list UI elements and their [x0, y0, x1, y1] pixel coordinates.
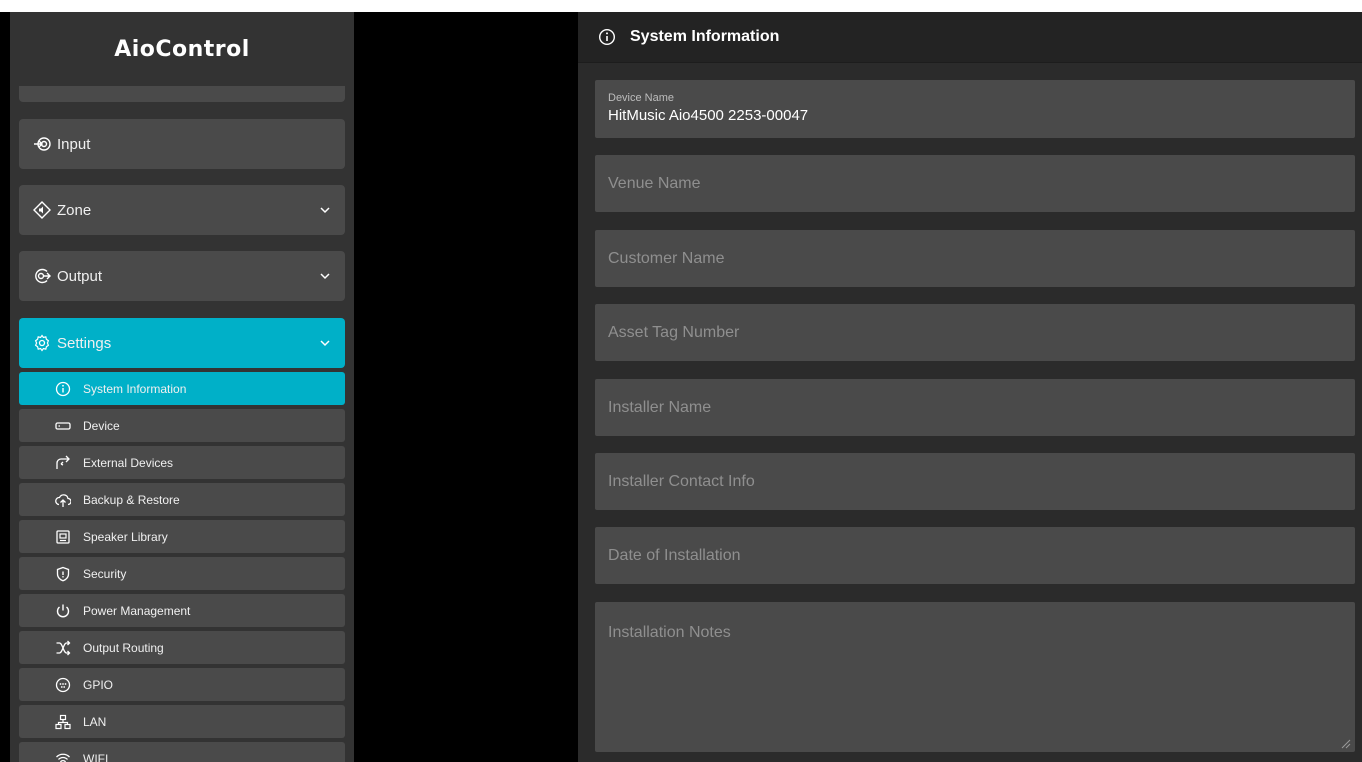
- settings-item-output-routing[interactable]: Output Routing: [19, 631, 345, 664]
- system-information-panel: System Information Device Name HitMusic …: [578, 12, 1362, 762]
- sidebar-item-settings[interactable]: Settings: [19, 318, 345, 368]
- resize-handle-icon[interactable]: [1339, 736, 1351, 749]
- settings-item-security[interactable]: Security: [19, 557, 345, 590]
- sidebar-item-label: Settings: [57, 334, 112, 352]
- top-frame-bar: [0, 0, 1362, 12]
- settings-item-label: Power Management: [83, 603, 191, 618]
- settings-item-external-devices[interactable]: External Devices: [19, 446, 345, 479]
- venue-name-field[interactable]: Venue Name: [595, 155, 1355, 212]
- settings-item-label: Security: [83, 566, 127, 581]
- installer-contact-placeholder: Installer Contact Info: [608, 472, 755, 490]
- power-icon: [55, 603, 71, 619]
- venue-name-placeholder: Venue Name: [608, 174, 701, 192]
- chevron-down-icon: [319, 270, 331, 282]
- settings-item-label: Device: [83, 418, 120, 433]
- lan-icon: [55, 714, 71, 730]
- sidebar-item-label: Output: [57, 267, 103, 285]
- settings-item-lan[interactable]: LAN: [19, 705, 345, 738]
- installer-contact-field[interactable]: Installer Contact Info: [595, 453, 1355, 510]
- settings-item-label: System Information: [83, 381, 187, 396]
- installer-name-field[interactable]: Installer Name: [595, 379, 1355, 436]
- zone-icon: [33, 201, 51, 219]
- sidebar-item-output[interactable]: Output: [19, 251, 345, 301]
- settings-item-label: External Devices: [83, 455, 174, 470]
- device-name-value: HitMusic Aio4500 2253-00047: [608, 107, 809, 124]
- settings-item-label: WIFI: [83, 751, 109, 762]
- device-icon: [55, 418, 71, 434]
- settings-item-label: Speaker Library: [83, 529, 168, 544]
- app-logo: AioControl: [114, 36, 250, 62]
- page-title: System Information: [630, 28, 780, 45]
- settings-item-system-information[interactable]: System Information: [19, 372, 345, 405]
- installation-notes-placeholder: Installation Notes: [608, 624, 731, 641]
- info-icon: [598, 28, 616, 46]
- installer-name-placeholder: Installer Name: [608, 398, 712, 416]
- chevron-down-icon: [319, 337, 331, 349]
- routing-icon: [55, 640, 71, 656]
- gpio-icon: [55, 677, 71, 693]
- settings-item-label: Backup & Restore: [83, 492, 180, 507]
- gear-icon: [33, 334, 51, 352]
- info-icon: [55, 381, 71, 397]
- installation-date-placeholder: Date of Installation: [608, 546, 741, 564]
- settings-item-label: Output Routing: [83, 640, 164, 655]
- sidebar-item-label: Zone: [57, 201, 92, 219]
- device-name-label: Device Name: [608, 92, 675, 104]
- chevron-down-icon: [319, 204, 331, 216]
- settings-item-label: GPIO: [83, 677, 114, 692]
- settings-item-power-management[interactable]: Power Management: [19, 594, 345, 627]
- speaker-library-icon: [55, 529, 71, 545]
- cloud-upload-icon: [55, 492, 71, 508]
- sidebar: AioControl Input Zone Output Settings Sy…: [10, 12, 354, 762]
- sidebar-item-input[interactable]: Input: [19, 119, 345, 169]
- panel-header: System Information: [578, 12, 1362, 63]
- device-name-field[interactable]: Device Name HitMusic Aio4500 2253-00047: [595, 80, 1355, 138]
- customer-name-field[interactable]: Customer Name: [595, 230, 1355, 287]
- installation-notes-textarea[interactable]: Installation Notes: [595, 602, 1355, 752]
- shield-icon: [55, 566, 71, 582]
- settings-item-speaker-library[interactable]: Speaker Library: [19, 520, 345, 553]
- wifi-icon: [55, 751, 71, 762]
- settings-item-label: LAN: [83, 714, 107, 729]
- settings-item-backup-restore[interactable]: Backup & Restore: [19, 483, 345, 516]
- sidebar-item-label: Input: [57, 135, 91, 153]
- settings-item-device[interactable]: Device: [19, 409, 345, 442]
- external-devices-icon: [55, 455, 71, 471]
- installation-date-field[interactable]: Date of Installation: [595, 527, 1355, 584]
- sidebar-item-zone[interactable]: Zone: [19, 185, 345, 235]
- asset-tag-placeholder: Asset Tag Number: [608, 323, 740, 341]
- sidebar-item-partial[interactable]: [19, 86, 345, 102]
- settings-item-wifi[interactable]: WIFI: [19, 742, 345, 762]
- input-icon: [33, 135, 51, 153]
- settings-item-gpio[interactable]: GPIO: [19, 668, 345, 701]
- asset-tag-field[interactable]: Asset Tag Number: [595, 304, 1355, 361]
- customer-name-placeholder: Customer Name: [608, 249, 725, 267]
- output-icon: [33, 267, 51, 285]
